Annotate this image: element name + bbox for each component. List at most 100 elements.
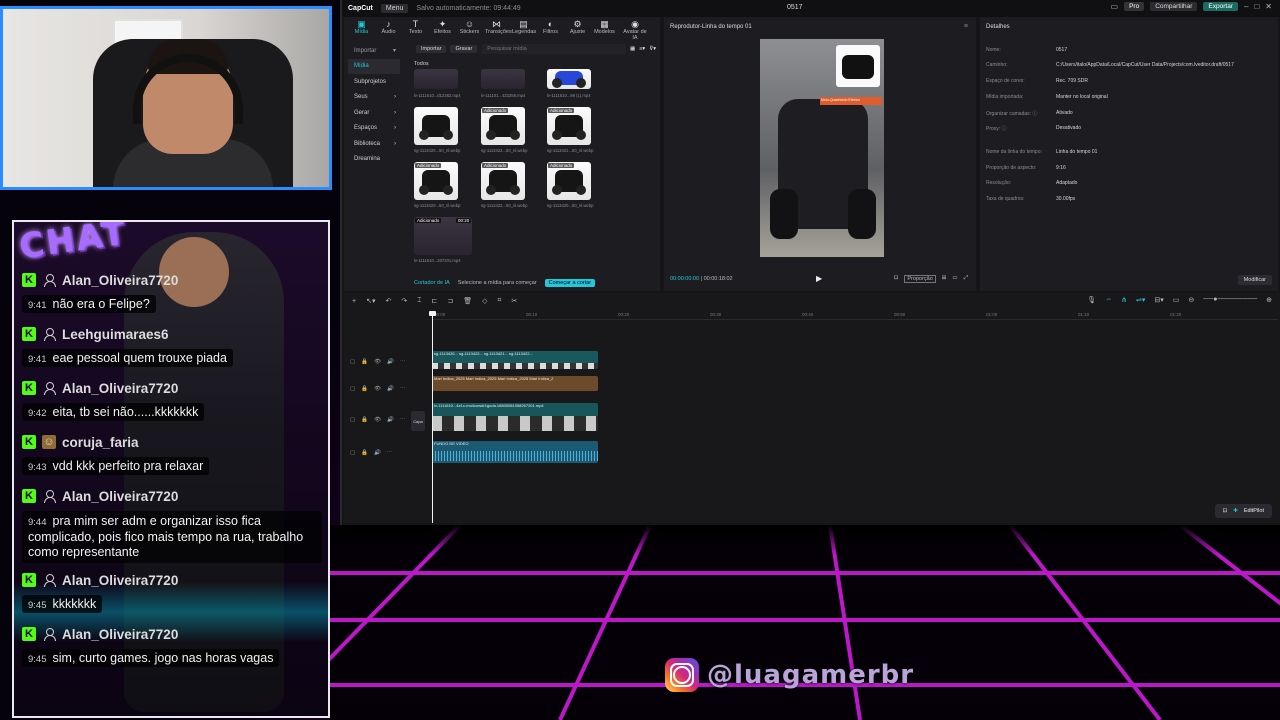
tool-ai-avatar[interactable]: ◉ Avatar de IA: [620, 19, 650, 41]
player-menu-icon[interactable]: ≡: [964, 23, 968, 30]
main-video-clip[interactable]: lv-1111610...4e1c-mo4cowdr1guda.16800081…: [432, 403, 598, 431]
import-button[interactable]: Importar: [416, 45, 447, 53]
sidebar-item-library[interactable]: Biblioteca ›: [348, 136, 400, 152]
chat-username[interactable]: Alan_Oliveira7720: [62, 273, 178, 288]
time-ruler[interactable]: 00:00 00:10 00:20 00:30 00:40 00:50 01:0…: [432, 310, 1278, 320]
tool-audio[interactable]: ♪ Áudio: [377, 19, 400, 35]
zoom-icon[interactable]: ⊞: [942, 275, 947, 283]
modify-button[interactable]: Modificar: [1237, 275, 1272, 285]
text-clip-track[interactable]: Mari Indica_2025 Mari Indica_2025 Mari I…: [432, 376, 598, 391]
media-thumb[interactable]: [414, 107, 458, 145]
add-track-icon[interactable]: +: [352, 298, 356, 305]
filter-icon[interactable]: ⊽▾: [649, 46, 656, 52]
tool-stickers[interactable]: ☺ Stickers: [458, 19, 481, 35]
grid-view-icon[interactable]: ▦: [630, 46, 635, 52]
tool-text[interactable]: T Texto: [404, 19, 427, 35]
tool-filters[interactable]: ◐ Filtros: [539, 19, 562, 35]
close-icon[interactable]: ✕: [1265, 2, 1272, 11]
split-icon[interactable]: ⌶: [417, 297, 421, 305]
snap-icon[interactable]: ⇌▾: [1136, 296, 1145, 304]
project-title: 0517: [787, 4, 803, 11]
preview-axis-icon[interactable]: ⊟▾: [1154, 296, 1163, 304]
link-icon[interactable]: ⇔: [1105, 296, 1112, 304]
track-controls[interactable]: ▢ 🔒 👁 🔊 ⋯: [350, 359, 405, 365]
ai-cutter-button[interactable]: Cortador de IA: [414, 280, 450, 286]
tool-templates[interactable]: ▦ Modelos: [593, 19, 616, 35]
kick-badge-icon: K: [22, 435, 36, 449]
media-thumb[interactable]: Adicionado: [414, 162, 458, 200]
track-controls[interactable]: ▢ 🔒 🔊 ⋯: [350, 450, 392, 456]
media-thumb[interactable]: [414, 69, 458, 89]
chat-message: K Leehguimaraes6 9:41 eae pessoal quem tro…: [22, 324, 322, 367]
chat-username[interactable]: Alan_Oliveira7720: [62, 381, 178, 396]
layout-icon[interactable]: ▭: [1111, 2, 1119, 11]
split-right-icon[interactable]: ⊐: [447, 297, 453, 305]
media-thumb[interactable]: Adicionado 00:20: [414, 217, 472, 255]
media-thumb[interactable]: [481, 69, 525, 89]
media-thumb[interactable]: Adicionado: [547, 162, 591, 200]
tool-captions[interactable]: ▤ Legendas: [512, 19, 536, 35]
export-button[interactable]: Exportar: [1203, 2, 1238, 11]
image-clip-track[interactable]: sg-1113420... sg-1113422... sg-1113421..…: [432, 351, 598, 369]
chat-username[interactable]: Alan_Oliveira7720: [62, 573, 178, 588]
redo-icon[interactable]: ↷: [401, 297, 407, 305]
mic-icon[interactable]: 🎙: [1087, 296, 1096, 304]
fullscreen-icon[interactable]: ⤢: [964, 275, 968, 283]
sidebar-item-yours[interactable]: Seus ›: [348, 90, 400, 106]
chat-username[interactable]: Alan_Oliveira7720: [62, 627, 178, 642]
chat-username[interactable]: Alan_Oliveira7720: [62, 489, 178, 504]
cover-button[interactable]: Capa: [411, 411, 425, 431]
share-button[interactable]: Compartilhar: [1150, 2, 1198, 11]
chat-message: K Alan_Oliveira7720 9:45 sim, curto games.…: [22, 624, 322, 667]
split-left-icon[interactable]: ⊏: [431, 297, 437, 305]
media-thumb[interactable]: Adicionado: [481, 107, 525, 145]
pro-button[interactable]: Pro: [1124, 2, 1145, 11]
record-button[interactable]: Gravar: [450, 45, 478, 53]
playhead[interactable]: [429, 311, 436, 523]
ai-edit-icon[interactable]: ✂: [511, 297, 517, 305]
sidebar-item-dreamina[interactable]: Dreamina: [348, 152, 400, 168]
menu-button[interactable]: Menu: [380, 4, 409, 13]
crop-icon[interactable]: ⌗: [497, 297, 501, 305]
sidebar-item-generate[interactable]: Gerar ›: [348, 105, 400, 121]
media-thumb[interactable]: [547, 69, 591, 89]
delete-icon[interactable]: 🗑: [463, 297, 472, 305]
zoom-out-icon[interactable]: ⊖: [1188, 296, 1194, 304]
tool-adjust[interactable]: ⚙ Ajuste: [566, 19, 589, 35]
start-cut-button[interactable]: Começar a cortar: [544, 279, 596, 287]
sidebar-item-import[interactable]: Importar ▾: [348, 43, 400, 59]
media-thumb[interactable]: Adicionado: [547, 107, 591, 145]
shield-icon[interactable]: ◇: [482, 297, 487, 305]
crop-icon[interactable]: ⊡: [894, 275, 899, 283]
maximize-icon[interactable]: □: [1254, 2, 1259, 11]
zoom-slider[interactable]: ──●────────: [1203, 296, 1257, 304]
aspect-ratio-button[interactable]: Proporção: [904, 275, 936, 283]
feedback-icon[interactable]: ⊡: [1223, 508, 1228, 514]
undo-icon[interactable]: ↶: [385, 297, 391, 305]
audio-clip[interactable]: FUNDO DE VIDEO: [432, 441, 598, 463]
quality-icon[interactable]: ▭: [952, 275, 957, 283]
media-search-input[interactable]: Pesquisar mídia: [481, 44, 627, 54]
chat-username[interactable]: coruja_faria: [62, 435, 139, 450]
sidebar-item-media[interactable]: Mídia: [348, 58, 400, 74]
chat-username[interactable]: Leehguimaraes6: [62, 327, 169, 342]
zoom-in-icon[interactable]: ⊕: [1266, 296, 1272, 304]
sort-icon[interactable]: ≡▾: [639, 46, 645, 52]
tool-effects[interactable]: ✦ Efeitos: [431, 19, 454, 35]
tool-media[interactable]: ▣ Mídia: [350, 19, 373, 35]
media-thumb[interactable]: Adicionado: [481, 162, 525, 200]
tool-transitions[interactable]: ⋈ Transições: [485, 19, 512, 35]
minimize-icon[interactable]: –: [1244, 2, 1248, 11]
play-icon[interactable]: ▶: [816, 274, 822, 283]
caption-icon[interactable]: ▭: [1173, 296, 1180, 304]
sidebar-item-spaces[interactable]: Espaços ›: [348, 121, 400, 137]
magnet-icon[interactable]: ⋔: [1121, 296, 1127, 304]
track-controls[interactable]: ▢ 🔒 👁 🔊 ⋯: [350, 417, 405, 423]
added-badge: Adicionado: [548, 108, 575, 113]
video-preview[interactable]: Moto-Quadriciclo Elétrico: [760, 39, 884, 257]
editpilot-button[interactable]: ⊡ ✚ EditPilot: [1214, 504, 1272, 518]
chat-time: 9:41: [28, 300, 47, 311]
track-controls[interactable]: ▢ 🔒 👁 🔊 ⋯: [350, 386, 405, 392]
select-tool-icon[interactable]: ↖▾: [366, 297, 375, 305]
sidebar-item-subprojects[interactable]: Subprojetos: [348, 74, 400, 90]
